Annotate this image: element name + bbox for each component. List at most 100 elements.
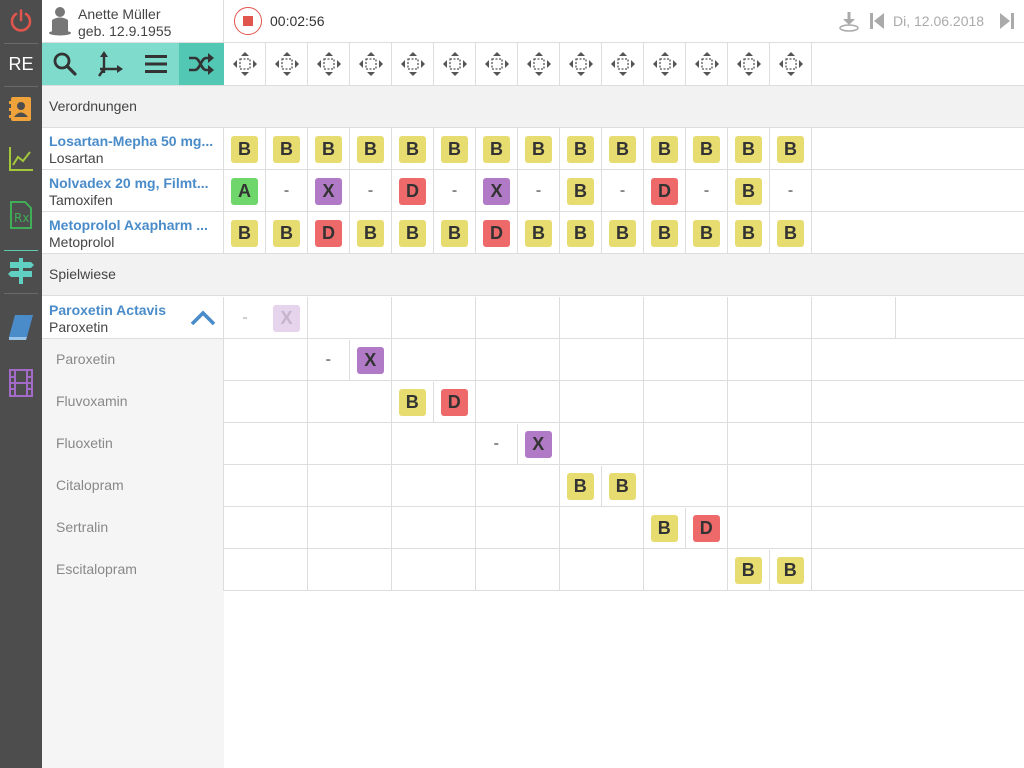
skip-forward-icon[interactable]: [1000, 12, 1014, 30]
dose-cell[interactable]: -: [686, 170, 728, 212]
dose-cell[interactable]: D: [434, 382, 476, 423]
move-column-handle[interactable]: [560, 43, 602, 85]
signpost-button[interactable]: [0, 250, 42, 292]
move-column-handle[interactable]: [476, 43, 518, 85]
dose-cell-group[interactable]: [560, 381, 644, 423]
dose-cell-group[interactable]: [728, 507, 812, 549]
dose-cell-group[interactable]: [476, 465, 560, 507]
dose-cell[interactable]: X: [308, 170, 350, 212]
prescription-row[interactable]: Losartan-Mepha 50 mg... Losartan B B B B B B B B B…: [42, 128, 1024, 170]
drug-brand-name[interactable]: Nolvadex 20 mg, Filmt...: [49, 175, 221, 191]
dose-cell[interactable]: B: [518, 212, 560, 254]
dose-cell[interactable]: -: [350, 170, 392, 212]
move-column-handle[interactable]: [728, 43, 770, 85]
collapse-button[interactable]: [182, 297, 224, 339]
dose-cell[interactable]: -: [224, 297, 266, 339]
dose-cell-group[interactable]: [560, 423, 644, 465]
dose-cell[interactable]: D: [392, 170, 434, 212]
dose-cell[interactable]: X: [476, 170, 518, 212]
prescription-label[interactable]: Nolvadex 20 mg, Filmt... Tamoxifen: [42, 170, 224, 212]
move-column-handle[interactable]: [434, 43, 476, 85]
dose-cell[interactable]: B: [686, 128, 728, 170]
dose-cell[interactable]: B: [518, 128, 560, 170]
dose-cell-group[interactable]: [308, 465, 392, 507]
drug-brand-name[interactable]: Losartan-Mepha 50 mg...: [49, 133, 221, 149]
drug-brand-name[interactable]: Paroxetin Actavis: [49, 302, 183, 318]
prescription-row[interactable]: Nolvadex 20 mg, Filmt... Tamoxifen A - X - D - X…: [42, 170, 1024, 212]
dose-cell[interactable]: B: [770, 128, 812, 170]
dose-cell-group[interactable]: [392, 423, 476, 465]
dose-cell-group[interactable]: [308, 423, 392, 465]
dose-cell[interactable]: A: [224, 170, 266, 212]
dose-badge-b[interactable]: B: [651, 219, 678, 247]
dose-cell-group[interactable]: BB: [728, 549, 812, 591]
dose-badge-b[interactable]: B: [567, 177, 594, 205]
dose-cell-group[interactable]: [476, 549, 560, 591]
dose-cell[interactable]: B: [602, 466, 644, 507]
patient-header[interactable]: Anette Müller geb. 12.9.1955: [42, 0, 224, 42]
dose-cell[interactable]: B: [434, 212, 476, 254]
dose-cell-group[interactable]: [728, 423, 812, 465]
dose-cell-group[interactable]: [308, 507, 392, 549]
dose-cell[interactable]: -: [518, 170, 560, 212]
move-column-handle[interactable]: [224, 43, 266, 85]
shuffle-button[interactable]: [178, 43, 224, 85]
dose-cell[interactable]: B: [560, 170, 602, 212]
dose-cell[interactable]: B: [392, 128, 434, 170]
dose-cell[interactable]: B: [728, 549, 770, 591]
dose-cell-group[interactable]: [224, 465, 308, 507]
dose-cell-group[interactable]: [728, 465, 812, 507]
dose-cell-group[interactable]: [728, 381, 812, 423]
drug-brand-name[interactable]: Metoprolol Axapharm ...: [49, 217, 221, 233]
prescription-label[interactable]: Metoprolol Axapharm ... Metoprolol: [42, 212, 224, 254]
dose-cell-group[interactable]: BD: [644, 507, 728, 549]
dose-cell-group[interactable]: [392, 507, 476, 549]
dose-badge-b[interactable]: B: [735, 219, 762, 247]
dose-badge-b[interactable]: B: [651, 135, 678, 163]
stop-recording-button[interactable]: [234, 7, 262, 35]
dose-badge-b[interactable]: B: [608, 472, 636, 500]
dose-cell-group[interactable]: [224, 339, 308, 381]
dose-badge-b[interactable]: B: [567, 219, 594, 247]
dose-cell[interactable]: B: [392, 381, 434, 423]
dose-cell[interactable]: B: [560, 212, 602, 254]
dose-cell[interactable]: -: [434, 170, 476, 212]
dose-cell-group[interactable]: [392, 549, 476, 591]
dose-badge-b[interactable]: B: [609, 135, 636, 163]
dose-badge-d[interactable]: D: [692, 514, 720, 542]
dose-cell-group[interactable]: [224, 507, 308, 549]
alternative-drug-row[interactable]: Paroxetin - X: [42, 339, 1024, 381]
dose-cell[interactable]: B: [224, 212, 266, 254]
dose-cell[interactable]: B: [728, 170, 770, 212]
dose-cell-group[interactable]: [644, 381, 728, 423]
dose-badge-b[interactable]: B: [777, 135, 804, 163]
dose-cell[interactable]: B: [350, 212, 392, 254]
dose-cell-group[interactable]: [308, 549, 392, 591]
dose-badge-b[interactable]: B: [398, 388, 426, 416]
dose-cell[interactable]: X: [518, 424, 560, 465]
dose-badge-b[interactable]: B: [525, 135, 552, 163]
dose-cell-group[interactable]: BB: [560, 465, 644, 507]
dose-badge-b[interactable]: B: [693, 135, 720, 163]
dose-cell[interactable]: B: [308, 128, 350, 170]
dose-badge-b[interactable]: B: [777, 219, 804, 247]
move-column-handle[interactable]: [770, 43, 812, 85]
alternative-label[interactable]: Fluoxetin: [42, 423, 224, 465]
playground-drug-row[interactable]: Paroxetin Actavis Paroxetin - X: [42, 297, 1024, 339]
dose-badge-b[interactable]: B: [609, 219, 636, 247]
alternative-label[interactable]: Sertralin: [42, 507, 224, 549]
dose-badge-b[interactable]: B: [399, 135, 426, 163]
alternative-drug-row[interactable]: Fluvoxamin B D: [42, 381, 1024, 423]
move-column-handle[interactable]: [518, 43, 560, 85]
alternative-label[interactable]: Fluvoxamin: [42, 381, 224, 423]
dose-cell[interactable]: B: [644, 507, 686, 549]
dose-badge-b[interactable]: B: [273, 219, 300, 247]
alternative-drug-row[interactable]: Escitalopram B B: [42, 549, 1024, 591]
dose-cell-group[interactable]: [224, 381, 308, 423]
dose-cell-group[interactable]: [476, 507, 560, 549]
dose-cell[interactable]: B: [392, 212, 434, 254]
dose-badge-b[interactable]: B: [735, 177, 762, 205]
dose-cell[interactable]: B: [602, 212, 644, 254]
dose-badge-b[interactable]: B: [735, 135, 762, 163]
film-button[interactable]: [0, 362, 42, 404]
